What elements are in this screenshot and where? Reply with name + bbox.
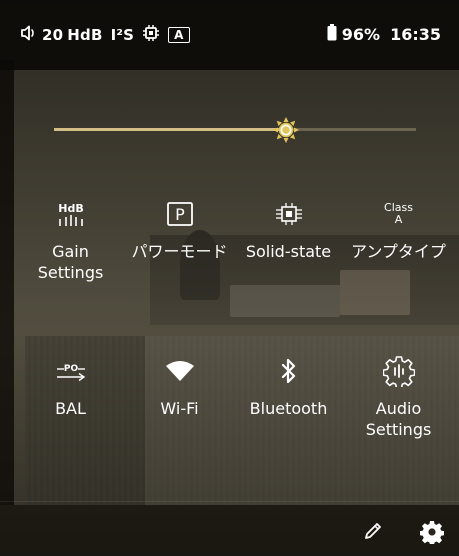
tile-bal[interactable]: PO BAL — [18, 352, 123, 419]
speaker-icon — [20, 25, 38, 45]
hdb-gain-icon: HdB — [18, 195, 123, 233]
p-mode-icon: P — [127, 195, 232, 233]
tile-bluetooth[interactable]: Bluetooth — [236, 352, 341, 419]
pencil-icon[interactable] — [362, 520, 386, 544]
tile-audio-settings[interactable]: Audio Settings — [346, 352, 451, 440]
battery-icon — [327, 24, 337, 45]
brightness-slider[interactable] — [54, 117, 416, 143]
wifi-icon — [127, 352, 232, 390]
tile-solid-state[interactable]: Solid-state — [236, 195, 341, 262]
tile-label: アンプタイプ — [351, 242, 446, 261]
clock: 16:35 — [390, 25, 441, 44]
tile-power-mode[interactable]: P パワーモード — [127, 195, 232, 262]
tile-label: Solid-state — [245, 242, 332, 261]
divider — [0, 501, 459, 502]
solid-state-chip-icon — [236, 195, 341, 233]
sun-icon[interactable] — [272, 117, 299, 143]
tile-wifi[interactable]: Wi-Fi — [127, 352, 232, 419]
tile-amp-type[interactable]: Class A アンプタイプ — [346, 195, 451, 262]
status-bar: 20 HdB I²S A 96% 16:35 — [0, 0, 459, 70]
tile-label: Audio Settings — [365, 399, 432, 439]
cpu-chip-icon — [142, 24, 160, 46]
svg-text:P: P — [175, 205, 185, 224]
gear-icon[interactable] — [419, 520, 445, 546]
tile-label: Gain Settings — [37, 242, 104, 282]
class-a-bottom: A — [394, 213, 403, 226]
tile-label: パワーモード — [131, 242, 228, 261]
volume-unit: HdB — [67, 26, 103, 44]
battery-percent: 96% — [341, 25, 381, 44]
tile-label: BAL — [55, 399, 86, 418]
audio-settings-gear-icon — [346, 352, 451, 390]
volume-value: 20 — [42, 26, 64, 44]
tile-label: Wi-Fi — [160, 399, 199, 418]
svg-text:HdB: HdB — [58, 202, 83, 215]
mode-badge: A — [168, 27, 190, 43]
po-output-icon: PO — [18, 352, 123, 390]
bluetooth-icon — [236, 352, 341, 390]
po-text: PO — [63, 364, 78, 374]
class-a-icon: Class A — [346, 195, 451, 233]
tile-label: Bluetooth — [249, 399, 328, 418]
tile-gain-settings[interactable]: HdB Gain Settings — [18, 195, 123, 283]
slider-fill — [54, 128, 286, 131]
i2s-label: I²S — [110, 26, 135, 44]
